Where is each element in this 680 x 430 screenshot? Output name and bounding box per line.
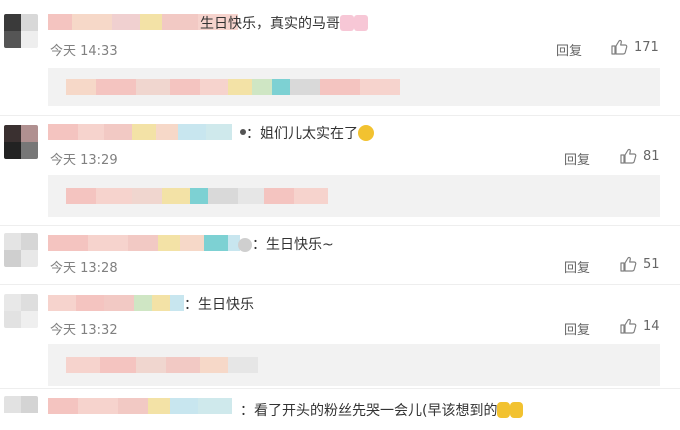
reply-thread [48,175,660,217]
reply-button[interactable]: 回复 [564,319,590,338]
comment-item: ：看了开头的粉丝先哭一会儿(早该想到的 [0,388,680,421]
avatar[interactable] [4,14,38,48]
thumb-emoji-icon [497,402,511,418]
thumb-up-icon [620,318,637,334]
comment-time: 今天 13:32 [50,323,118,338]
username-blurred[interactable] [48,124,232,140]
thumb-up-icon [620,256,637,272]
like-button[interactable]: 171 [611,39,659,55]
username-blurred[interactable] [48,295,184,311]
cake-emoji-icon [354,15,368,31]
reply-button[interactable]: 回复 [564,149,590,168]
comment-time: 今天 13:29 [50,153,118,168]
comment-text: 生日快乐，真实的马哥 [200,13,368,33]
comment-text: ：看了开头的粉丝先哭一会儿(早该想到的 [240,400,524,420]
thumb-up-icon [620,148,637,164]
reply-thread [48,344,660,386]
avatar[interactable] [4,396,38,430]
like-button[interactable]: 51 [620,256,660,272]
avatar[interactable] [4,233,38,267]
comment-time: 今天 14:33 [50,44,118,59]
avatar[interactable] [4,294,38,328]
comment-text: ：生日快乐~ [238,234,334,254]
comment-time: 今天 13:28 [50,261,118,276]
like-button[interactable]: 81 [620,148,660,164]
cry-laugh-emoji-icon [358,125,374,141]
comment-text: ：姐们儿太实在了 [240,123,374,143]
comment-item: ：生日快乐 今天 13:32 回复 14 [0,284,680,388]
reply-thread [48,68,660,106]
like-button[interactable]: 14 [620,318,660,334]
comment-item: ：生日快乐~ 今天 13:28 回复 51 [0,225,680,285]
like-count: 81 [643,148,660,164]
thumb-emoji-icon [510,402,524,418]
comment-text: ：生日快乐 [184,297,254,313]
like-count: 171 [634,39,659,55]
reply-button[interactable]: 回复 [564,257,590,276]
username-blurred[interactable] [48,398,232,414]
avatar[interactable] [4,125,38,159]
like-count: 14 [643,318,660,334]
thumb-up-icon [611,39,628,55]
cake-emoji-icon [340,15,354,31]
username-blurred[interactable] [48,235,240,251]
like-count: 51 [643,256,660,272]
comment-item: ：姐们儿太实在了 今天 13:29 回复 81 [0,115,680,225]
reply-button[interactable]: 回复 [556,40,582,59]
comment-item: 生日快乐，真实的马哥 今天 14:33 回复 171 [0,0,680,110]
emoji-icon [238,238,252,252]
